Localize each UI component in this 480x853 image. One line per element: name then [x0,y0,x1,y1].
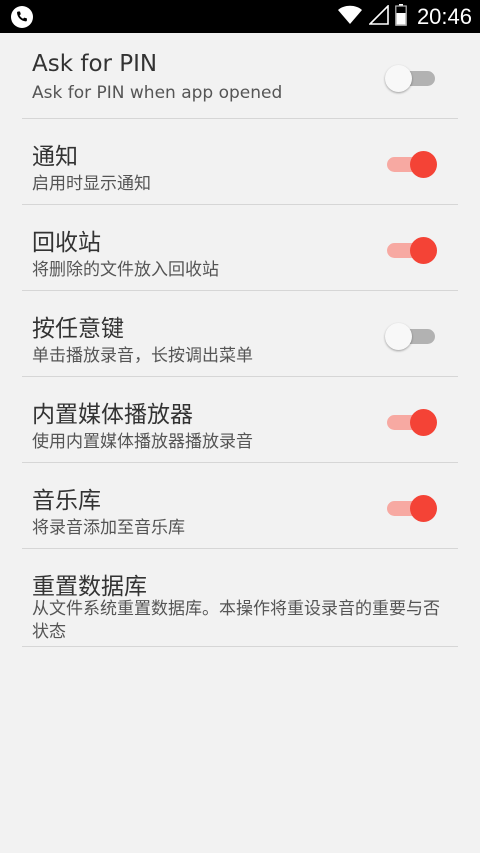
setting-subtitle: Ask for PIN when app opened [32,83,283,103]
setting-title: 按任意键 [32,316,124,342]
setting-subtitle: 使用内置媒体播放器播放录音 [32,432,253,452]
setting-title: 音乐库 [32,488,101,514]
setting-subtitle: 从文件系统重置数据库。本操作将重设录音的重要与否状态 [32,599,440,642]
setting-ask-for-pin[interactable]: Ask for PIN Ask for PIN when app opened [22,33,458,119]
setting-subtitle: 将录音添加至音乐库 [32,518,185,538]
setting-builtin-player[interactable]: 内置媒体播放器 使用内置媒体播放器播放录音 [22,377,458,463]
phone-icon [10,5,34,29]
notifications-toggle[interactable] [385,150,437,178]
wifi-icon [337,5,363,29]
signal-icon [368,3,389,29]
settings-list: Ask for PIN Ask for PIN when app opened … [22,33,458,647]
status-time: 20:46 [416,3,472,29]
toggle-thumb [410,495,437,522]
setting-title: 重置数据库 [32,574,147,600]
setting-any-key[interactable]: 按任意键 单击播放录音，长按调出菜单 [22,291,458,377]
toggle-thumb [385,323,412,350]
setting-subtitle: 单击播放录音，长按调出菜单 [32,346,253,366]
toggle-thumb [410,151,437,178]
setting-subtitle: 启用时显示通知 [32,174,151,194]
setting-title: Ask for PIN [32,51,158,77]
setting-reset-database[interactable]: 重置数据库 从文件系统重置数据库。本操作将重设录音的重要与否状态 [22,549,458,647]
status-bar: 20:46 [0,0,480,33]
setting-recycle-bin[interactable]: 回收站 将删除的文件放入回收站 [22,205,458,291]
recycle-bin-toggle[interactable] [385,236,437,264]
battery-icon [395,3,407,30]
toggle-thumb [410,237,437,264]
toggle-thumb [385,65,412,92]
music-library-toggle[interactable] [385,494,437,522]
toggle-thumb [410,409,437,436]
any-key-toggle[interactable] [385,322,437,350]
setting-music-library[interactable]: 音乐库 将录音添加至音乐库 [22,463,458,549]
builtin-player-toggle[interactable] [385,408,437,436]
setting-notifications[interactable]: 通知 启用时显示通知 [22,119,458,205]
setting-title: 回收站 [32,230,101,256]
setting-title: 通知 [32,144,78,170]
ask-for-pin-toggle[interactable] [385,64,437,92]
setting-subtitle: 将删除的文件放入回收站 [32,260,219,280]
setting-title: 内置媒体播放器 [32,402,193,428]
